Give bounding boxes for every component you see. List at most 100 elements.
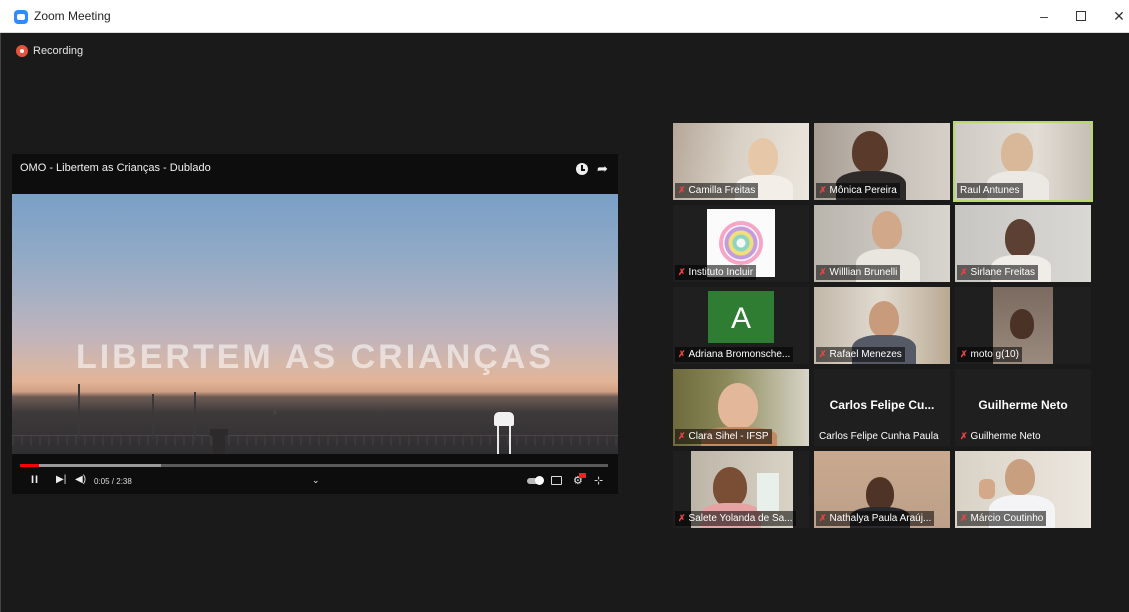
participant-tile[interactable]: ✗ Márcio Coutinho [955,451,1091,528]
watch-later-icon[interactable] [576,163,588,175]
participant-name-tag: ✗ Nathalya Paula Araúj... [816,511,935,526]
participant-name-tag: ✗ Adriana Bromonsche... [675,347,794,362]
participant-name-tag: Carlos Felipe Cunha Paula [816,429,942,444]
close-button[interactable]: ✕ [1102,4,1129,28]
meeting-stage: Recording OMO - Libertem as Crianças - D… [0,33,1129,612]
participant-name-tag: ✗ Salete Yolanda de Sa... [675,511,796,526]
participant-name-tag: ✗ Camilla Freitas [675,183,759,198]
participant-name-tag: ✗ Clara Sihel - IFSP [675,429,772,444]
participant-name: Clara Sihel - IFSP [688,431,769,442]
participant-name: Carlos Felipe Cunha Paula [819,431,939,442]
participant-name: Camilla Freitas [688,185,756,196]
progress-played [20,464,39,467]
participant-avatar: A [708,291,774,343]
participant-face [866,477,894,511]
participant-name-tag: ✗ Sirlane Freitas [957,265,1039,280]
captions-icon[interactable] [551,476,562,485]
participant-tile[interactable]: Guilherme Neto ✗ Guilherme Neto [955,369,1091,446]
shared-screen-video[interactable]: OMO - Libertem as Crianças - Dublado ➦ L… [12,154,618,494]
mic-muted-icon: ✗ [678,349,686,359]
participant-tile[interactable]: ✗ Clara Sihel - IFSP [673,369,809,446]
share-icon[interactable]: ➦ [597,161,608,177]
logo-swirl-icon [719,221,763,265]
participant-face [748,138,778,176]
mic-muted-icon: ✗ [678,185,686,195]
participant-display-name: Guilherme Neto [978,398,1068,412]
participant-face [852,131,888,173]
next-button[interactable]: ▶| [56,474,66,485]
participant-name-tag: ✗ Instituto Incluir [675,265,757,280]
participant-name: Salete Yolanda de Sa... [688,513,793,524]
participant-tile[interactable]: ✗ Willlian Brunelli [814,205,950,282]
record-dot-icon [16,45,28,57]
participant-name-tag: ✗ Guilherme Neto [957,429,1044,444]
mic-muted-icon: ✗ [819,513,827,523]
recording-label: Recording [33,45,84,57]
fullscreen-icon[interactable]: ⊹ [594,474,603,487]
mic-muted-icon: ✗ [960,513,968,523]
light-pole [152,394,154,439]
video-time: 0:05 / 2:38 [94,477,132,486]
participant-name: Instituto Incluir [688,267,754,278]
recording-indicator[interactable]: Recording [16,45,83,57]
participant-name: Sirlane Freitas [970,267,1036,278]
water-tower [494,412,514,426]
participant-name: moto g(10) [970,349,1019,360]
video-title[interactable]: OMO - Libertem as Crianças - Dublado [20,162,211,174]
participant-tile[interactable]: ✗ Salete Yolanda de Sa... [673,451,809,528]
video-controls: II ▶| ◀) 0:05 / 2:38 ⌄ ⚙ ⊹ [12,454,618,494]
window-titlebar: Zoom Meeting – ✕ [0,0,1129,33]
mic-muted-icon: ✗ [819,267,827,277]
participant-name: Willlian Brunelli [829,267,898,278]
maximize-button[interactable] [1064,4,1098,28]
participant-face [713,467,747,507]
volume-icon[interactable]: ◀) [75,474,86,485]
mic-muted-icon: ✗ [960,349,968,359]
participant-tile-active[interactable]: Raul Antunes [953,121,1093,202]
video-header: OMO - Libertem as Crianças - Dublado ➦ [12,154,618,194]
participant-tile[interactable]: ✗ Rafael Menezes [814,287,950,364]
light-pole [194,392,196,439]
chevron-down-icon[interactable]: ⌄ [312,475,320,486]
mic-muted-icon: ✗ [960,431,968,441]
participant-name: Márcio Coutinho [970,513,1044,524]
light-pole [78,384,80,439]
participant-face [1001,133,1033,173]
thumbs-up-hand [979,479,995,499]
participant-display-name: Carlos Felipe Cu... [829,398,935,412]
held-package [757,473,779,511]
participant-face [872,211,902,249]
video-overlay-text: LIBERTEM AS CRIANÇAS [75,338,555,376]
mic-muted-icon: ✗ [678,267,686,277]
participant-tile[interactable]: ✗ moto g(10) [955,287,1091,364]
pause-button[interactable]: II [31,474,39,486]
participant-tile[interactable]: ✗ Instituto Incluir [673,205,809,282]
participant-face [1010,309,1034,339]
participant-name-tag: ✗ moto g(10) [957,347,1022,362]
participant-tile[interactable]: ✗ Nathalya Paula Araúj... [814,451,950,528]
participant-tile[interactable]: ✗ Camilla Freitas [673,123,809,200]
participant-tile[interactable]: Carlos Felipe Cu... Carlos Felipe Cunha … [814,369,950,446]
participant-name: Raul Antunes [960,185,1020,196]
participant-name: Mônica Pereira [829,185,897,196]
zoom-app-icon [14,10,28,24]
participant-face [869,301,899,337]
participant-name: Adriana Bromonsche... [688,349,791,360]
participant-name: Nathalya Paula Araúj... [829,513,932,524]
participant-name-tag: Raul Antunes [957,183,1023,198]
participant-tile[interactable]: A ✗ Adriana Bromonsche... [673,287,809,364]
participant-tile[interactable]: ✗ Sirlane Freitas [955,205,1091,282]
participant-face [1005,459,1035,495]
participant-name: Rafael Menezes [829,349,902,360]
participant-name-tag: ✗ Rafael Menezes [816,347,905,362]
progress-buffered [20,464,162,467]
minimize-button[interactable]: – [1027,4,1061,28]
mic-muted-icon: ✗ [819,349,827,359]
participant-name-tag: ✗ Mônica Pereira [816,183,900,198]
participant-tile[interactable]: ✗ Mônica Pereira [814,123,950,200]
autoplay-toggle[interactable] [527,476,544,485]
mic-muted-icon: ✗ [819,185,827,195]
participant-name: Guilherme Neto [970,431,1041,442]
mic-muted-icon: ✗ [678,513,686,523]
window-title: Zoom Meeting [34,9,111,23]
